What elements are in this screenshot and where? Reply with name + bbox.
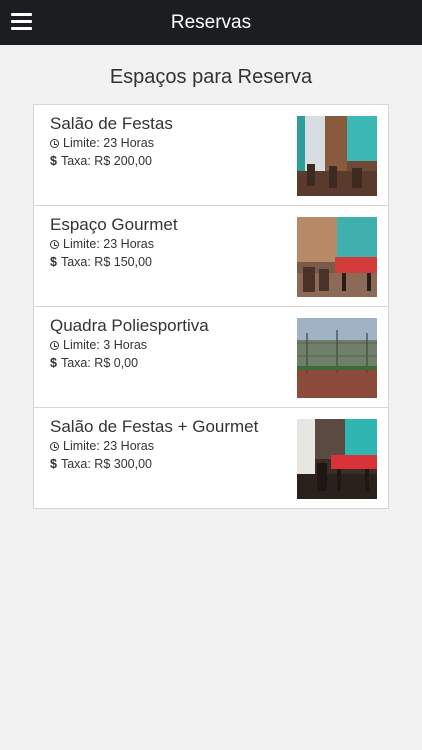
item-limit: Limite: 3 Horas: [50, 338, 147, 352]
item-fee: $ Taxa: R$ 0,00: [50, 356, 139, 370]
dollar-icon: $: [50, 356, 57, 370]
list-item[interactable]: Salão de Festas Limite: 23 Horas $ Taxa: …: [34, 105, 388, 206]
list-item[interactable]: Espaço Gourmet Limite: 23 Horas $ Taxa: R…: [34, 206, 388, 307]
clock-icon: [50, 240, 59, 249]
item-limit: Limite: 23 Horas: [50, 136, 154, 150]
item-name: Salão de Festas + Gourmet: [50, 417, 259, 436]
page-title: Espaços para Reserva: [109, 66, 313, 88]
list-item[interactable]: Quadra Poliesportiva Limite: 3 Horas $ Ta…: [34, 307, 388, 408]
item-fee: $ Taxa: R$ 150,00: [50, 255, 152, 269]
item-thumbnail: [297, 419, 377, 499]
list-item[interactable]: Salão de Festas + Gourmet Limite: 23 Hor…: [34, 408, 388, 508]
item-thumbnail: [297, 217, 377, 297]
item-limit: Limite: 23 Horas: [50, 237, 154, 251]
spaces-list: Salão de Festas Limite: 23 Horas $ Taxa: …: [33, 104, 389, 509]
item-name: Salão de Festas: [50, 114, 173, 133]
clock-icon: [50, 442, 59, 451]
item-fee: $ Taxa: R$ 300,00: [50, 457, 152, 471]
clock-icon: [50, 139, 59, 148]
header-title: Reservas: [170, 12, 252, 33]
item-limit: Limite: 23 Horas: [50, 439, 154, 453]
dollar-icon: $: [50, 255, 57, 269]
dollar-icon: $: [50, 457, 57, 471]
item-name: Espaço Gourmet: [50, 215, 178, 234]
item-fee: $ Taxa: R$ 200,00: [50, 154, 152, 168]
item-thumbnail: [297, 116, 377, 196]
dollar-icon: $: [50, 154, 57, 168]
item-thumbnail: [297, 318, 377, 398]
item-name: Quadra Poliesportiva: [50, 316, 209, 335]
clock-icon: [50, 341, 59, 350]
top-bar: Reservas: [0, 0, 422, 45]
